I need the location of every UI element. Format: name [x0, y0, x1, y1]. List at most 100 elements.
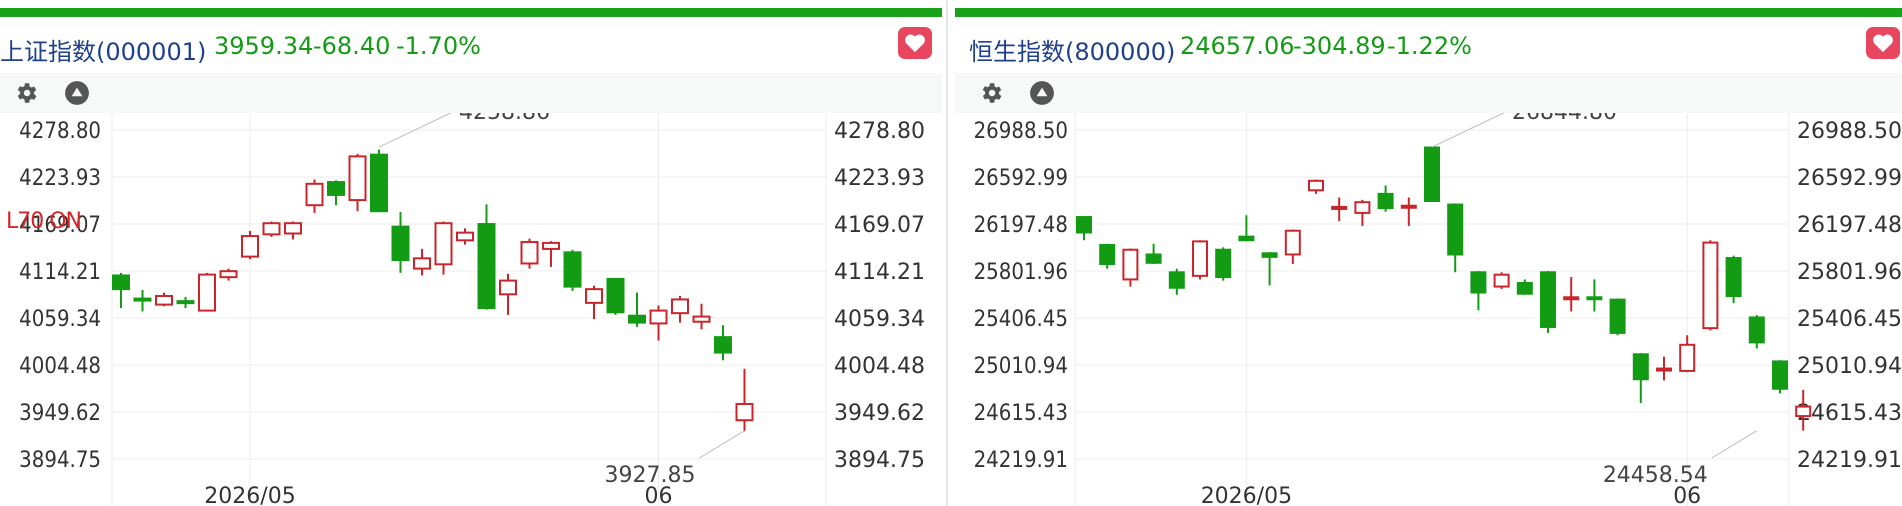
candle-body	[1076, 216, 1092, 234]
candle-body	[1702, 241, 1719, 330]
annotation-label: 3927.85	[605, 463, 696, 488]
candle-body	[1563, 296, 1580, 301]
y-tick-label: 25406.45	[974, 307, 1068, 332]
candle-body	[1424, 146, 1440, 203]
y-tick-label: 4004.48	[834, 354, 925, 379]
index-name[interactable]: 上证指数(000001)	[0, 32, 206, 67]
overlay-label: L70 ON	[6, 209, 82, 234]
candle-body	[649, 309, 668, 325]
candle-body	[1679, 343, 1696, 372]
candle-body	[1447, 203, 1464, 256]
candle-body	[1493, 273, 1510, 288]
y-tick-label: 3894.75	[834, 448, 925, 473]
candle-body	[1656, 367, 1672, 372]
candle-body	[456, 231, 474, 242]
heart-icon[interactable]	[1866, 27, 1900, 59]
candle-body	[327, 181, 345, 196]
index-change: -68.40	[313, 32, 391, 60]
y-tick-label: 4004.48	[19, 354, 101, 379]
candle-body	[198, 273, 216, 312]
candlestick-chart[interactable]: 26988.50 26988.50 26592.99 26592.99 26197.48…	[955, 113, 1902, 506]
candle-body	[1516, 281, 1533, 295]
index-change: -304.89	[1293, 32, 1386, 60]
candle-body	[1168, 271, 1185, 289]
y-tick-label: 25801.96	[1797, 260, 1902, 285]
candle-body	[1099, 243, 1116, 265]
candle-body	[1470, 271, 1487, 294]
triangle-up-icon[interactable]	[63, 79, 91, 107]
annotation-label: 26844.80	[1512, 113, 1617, 125]
candle-body	[413, 257, 431, 270]
annotation-label: 24458.54	[1603, 463, 1708, 488]
candle-body	[1215, 248, 1232, 279]
annotation-leader	[1711, 430, 1758, 459]
candle-body	[1145, 253, 1162, 264]
y-tick-label: 3894.75	[19, 448, 101, 473]
y-tick-label: 24219.91	[1797, 448, 1902, 473]
y-tick-label: 3949.62	[19, 401, 101, 426]
candle-body	[1772, 360, 1788, 390]
hang-seng-index-panel: 恒生指数(800000) 24657.06 -304.89 -1.22% 269…	[955, 0, 1902, 506]
y-tick-label: 4169.07	[834, 213, 925, 238]
candle-body	[499, 279, 517, 296]
y-tick-label: 24219.91	[974, 448, 1068, 473]
candle-body	[219, 270, 238, 279]
shanghai-index-panel: 上证指数(000001) 3959.34 -68.40 -1.70% 4278.…	[0, 0, 942, 506]
annotation-label: 4258.86	[459, 113, 550, 125]
index-name[interactable]: 恒生指数(800000)	[969, 32, 1175, 67]
index-change-pct: -1.70%	[396, 32, 481, 60]
panel-divider	[942, 0, 955, 506]
candle-body	[348, 155, 367, 202]
candle-body	[585, 288, 603, 304]
x-tick-label: 2026/05	[204, 484, 295, 506]
gear-icon[interactable]	[977, 79, 1005, 107]
y-tick-label: 3949.62	[834, 401, 925, 426]
candle-body	[1540, 271, 1556, 328]
candle-body	[477, 223, 496, 310]
candle-body	[133, 297, 152, 302]
index-header: 恒生指数(800000) 24657.06 -304.89 -1.22%	[955, 26, 1902, 66]
candle-body	[176, 300, 195, 305]
index-change-pct: -1.22%	[1387, 32, 1472, 60]
chart-toolbar	[0, 73, 942, 113]
y-tick-label: 4278.80	[19, 119, 101, 144]
y-tick-label: 26988.50	[974, 119, 1068, 144]
y-tick-label: 26988.50	[1797, 119, 1902, 144]
candle-body	[1308, 179, 1324, 192]
triangle-up-icon[interactable]	[1028, 79, 1056, 107]
candle-body	[1609, 298, 1626, 334]
gear-icon[interactable]	[12, 79, 40, 107]
candle-body	[305, 182, 324, 207]
candle-body	[735, 402, 754, 422]
chart-toolbar	[955, 73, 1902, 113]
candle-body	[434, 222, 453, 266]
candle-body	[1331, 205, 1348, 210]
top-accent-bar	[955, 8, 1902, 17]
candle-body	[1284, 229, 1301, 256]
heart-icon[interactable]	[898, 27, 932, 59]
candle-body	[520, 241, 539, 265]
candle-body	[671, 298, 689, 315]
top-accent-bar	[0, 8, 942, 17]
index-price: 3959.34	[214, 32, 314, 60]
candle-body	[1192, 240, 1208, 277]
candle-body	[241, 235, 259, 258]
candle-body	[1354, 201, 1371, 214]
candle-body	[1748, 316, 1765, 344]
y-tick-label: 4114.21	[19, 260, 101, 285]
y-tick-label: 4114.21	[834, 260, 925, 285]
candle-body	[1632, 353, 1649, 381]
y-tick-label: 25010.94	[1797, 354, 1902, 379]
candlestick-chart[interactable]: 4278.80 4278.804223.93 4223.934169.07 4169.…	[0, 113, 942, 506]
candle-body	[542, 241, 560, 250]
y-tick-label: 25406.45	[1797, 307, 1902, 332]
candle-body	[1795, 405, 1812, 418]
candle-body	[284, 222, 302, 235]
candle-body	[1377, 192, 1394, 210]
y-tick-label: 4059.34	[19, 307, 101, 332]
candle-body	[1400, 204, 1417, 209]
y-tick-label: 4278.80	[834, 119, 925, 144]
candle-body	[1238, 235, 1255, 242]
candle-body	[1725, 257, 1742, 298]
index-header: 上证指数(000001) 3959.34 -68.40 -1.70%	[0, 26, 942, 66]
